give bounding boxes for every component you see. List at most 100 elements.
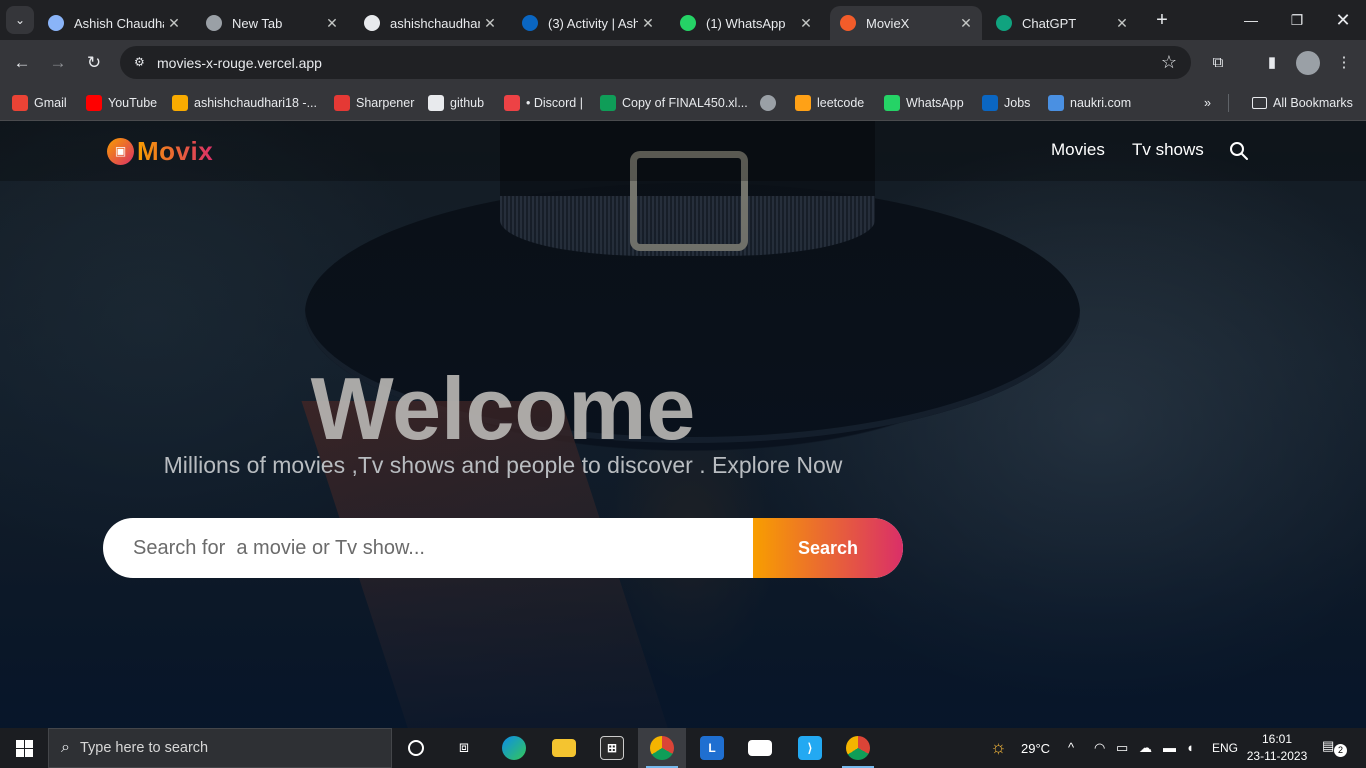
bookmark-label: ashishchaudhari18 -... (194, 96, 317, 110)
puzzle-icon: ⧉ (1212, 54, 1224, 71)
profile-avatar[interactable] (1296, 51, 1320, 75)
bookmark-item[interactable]: Jobs (982, 92, 1030, 114)
nav-movies[interactable]: Movies (1051, 140, 1105, 160)
url-text[interactable]: movies-x-rouge.vercel.app (157, 55, 322, 71)
browser-tab[interactable]: (1) WhatsApp ✕ (670, 6, 822, 40)
meet-now-icon[interactable]: ▭ (1116, 740, 1128, 756)
browser-tab[interactable]: MovieX ✕ (830, 6, 982, 40)
bookmark-item[interactable]: Sharpener (334, 92, 414, 114)
onedrive-icon[interactable]: ☁ (1139, 740, 1152, 756)
close-tab-icon[interactable]: ✕ (164, 15, 184, 32)
notifications-button[interactable]: ▤ 2 (1322, 738, 1347, 758)
bookmark-star-icon[interactable]: ☆ (1161, 52, 1177, 73)
bookmark-item[interactable]: • Discord | (504, 92, 583, 114)
forward-button[interactable]: → (44, 49, 72, 77)
taskbar-search-box[interactable]: ⌕ Type here to search (48, 728, 392, 768)
tab-title: ChatGPT (1022, 15, 1077, 31)
analytics-icon (172, 95, 188, 111)
weather-temperature[interactable]: 29°C (1021, 741, 1050, 756)
battery-icon[interactable]: ▬ (1163, 740, 1176, 755)
restore-button[interactable]: ❐ (1274, 0, 1320, 40)
browser-tab[interactable]: ashishchaudhari ✕ (354, 6, 506, 40)
bookmark-item[interactable]: WhatsApp (884, 92, 964, 114)
chrome-icon (650, 736, 674, 760)
reload-button[interactable]: ↻ (80, 49, 108, 77)
start-button[interactable] (0, 728, 48, 768)
bookmark-item[interactable]: Copy of FINAL450.xl... (600, 92, 748, 114)
tab-title: Ashish Chaudhari (74, 15, 164, 31)
minimize-icon: — (1244, 12, 1258, 28)
browser-tab[interactable]: (3) Activity | Ashi ✕ (512, 6, 664, 40)
browser-tab[interactable]: ChatGPT ✕ (986, 6, 1138, 40)
system-clock[interactable]: 16:01 23-11-2023 (1246, 731, 1308, 765)
browser-menu-button[interactable]: ⋮ (1330, 49, 1358, 77)
close-window-button[interactable]: ✕ (1320, 0, 1366, 40)
side-panel-button[interactable]: ▮ (1258, 49, 1286, 77)
close-tab-icon[interactable]: ✕ (638, 15, 658, 32)
taskbar-app-l[interactable]: L (688, 728, 736, 768)
gmail-icon (12, 95, 28, 111)
chrome-icon (206, 15, 222, 31)
taskbar-chrome-2[interactable] (834, 728, 882, 768)
movix-logo[interactable]: ▣ Movix (107, 135, 213, 167)
tab-title: MovieX (866, 15, 910, 31)
chrome-icon (846, 736, 870, 760)
bookmark-item[interactable]: YouTube (86, 92, 157, 114)
close-tab-icon[interactable]: ✕ (322, 15, 342, 32)
bookmark-item[interactable]: github (428, 92, 484, 114)
arrow-left-icon: ← (13, 53, 31, 72)
back-button[interactable]: ← (8, 49, 36, 77)
volume-icon[interactable]: ◖ (1186, 740, 1194, 755)
cortana-button[interactable] (392, 728, 440, 768)
search-icon[interactable] (1229, 141, 1249, 161)
all-bookmarks-label: All Bookmarks (1273, 96, 1353, 110)
tab-search-button[interactable]: ⌄ (6, 6, 34, 34)
close-tab-icon[interactable]: ✕ (796, 15, 816, 32)
wifi-icon[interactable]: ◠ (1094, 740, 1105, 756)
taskbar-store[interactable]: ⊞ (588, 728, 636, 768)
arrow-right-icon: → (49, 53, 67, 72)
site-info-icon[interactable]: ⚙ (134, 55, 150, 71)
browser-tab[interactable]: New Tab ✕ (196, 6, 348, 40)
folder-icon (552, 739, 576, 757)
taskbar-edge[interactable] (490, 728, 538, 768)
search-input[interactable] (103, 518, 753, 578)
extensions-button[interactable]: ⧉ (1204, 49, 1232, 77)
tab-strip: ⌄ Ashish Chaudhari✕New Tab✕ashishchaudha… (0, 0, 1366, 40)
logo-text: Movix (137, 135, 214, 166)
task-view-button[interactable]: ⧈ (440, 728, 488, 768)
bookmark-label: YouTube (108, 96, 158, 110)
new-tab-button[interactable]: + (1150, 8, 1174, 32)
whatsapp-icon (680, 15, 696, 31)
chevron-up-icon[interactable]: ^ (1068, 740, 1074, 755)
notification-badge: 2 (1334, 744, 1347, 757)
taskbar-mail[interactable] (736, 728, 784, 768)
folder-icon (1252, 97, 1267, 109)
close-tab-icon[interactable]: ✕ (956, 15, 976, 32)
search-button[interactable]: Search (753, 518, 903, 578)
nav-tv-shows[interactable]: Tv shows (1132, 140, 1204, 160)
address-bar[interactable]: ⚙ movies-x-rouge.vercel.app ☆ (120, 46, 1191, 79)
taskbar-file-explorer[interactable] (540, 728, 588, 768)
bookmark-item[interactable]: Gmail (12, 92, 67, 114)
taskbar-chrome-1[interactable] (638, 728, 686, 768)
weather-icon[interactable]: ☼ (990, 737, 1007, 758)
minimize-button[interactable]: — (1228, 0, 1274, 40)
close-tab-icon[interactable]: ✕ (480, 15, 500, 32)
github-icon (428, 95, 444, 111)
bookmark-item[interactable]: naukri.com (1048, 92, 1131, 114)
taskbar-search-placeholder: Type here to search (79, 740, 209, 756)
profile-icon (48, 15, 64, 31)
bookmark-item[interactable]: leetcode (795, 92, 864, 114)
bookmark-item[interactable]: ashishchaudhari18 -... (172, 92, 317, 114)
more-bookmarks-button[interactable]: » (1204, 92, 1211, 114)
browser-tab[interactable]: Ashish Chaudhari✕ (38, 6, 190, 40)
taskbar-vscode[interactable]: ⟩ (786, 728, 834, 768)
app-l-icon: L (700, 736, 724, 760)
all-bookmarks-button[interactable]: All Bookmarks (1252, 92, 1353, 114)
close-tab-icon[interactable]: ✕ (1112, 15, 1132, 32)
linkedin-icon (982, 95, 998, 111)
bookmark-item[interactable] (760, 92, 782, 114)
language-indicator[interactable]: ENG (1212, 741, 1238, 755)
side-panel-icon: ▮ (1267, 54, 1277, 71)
